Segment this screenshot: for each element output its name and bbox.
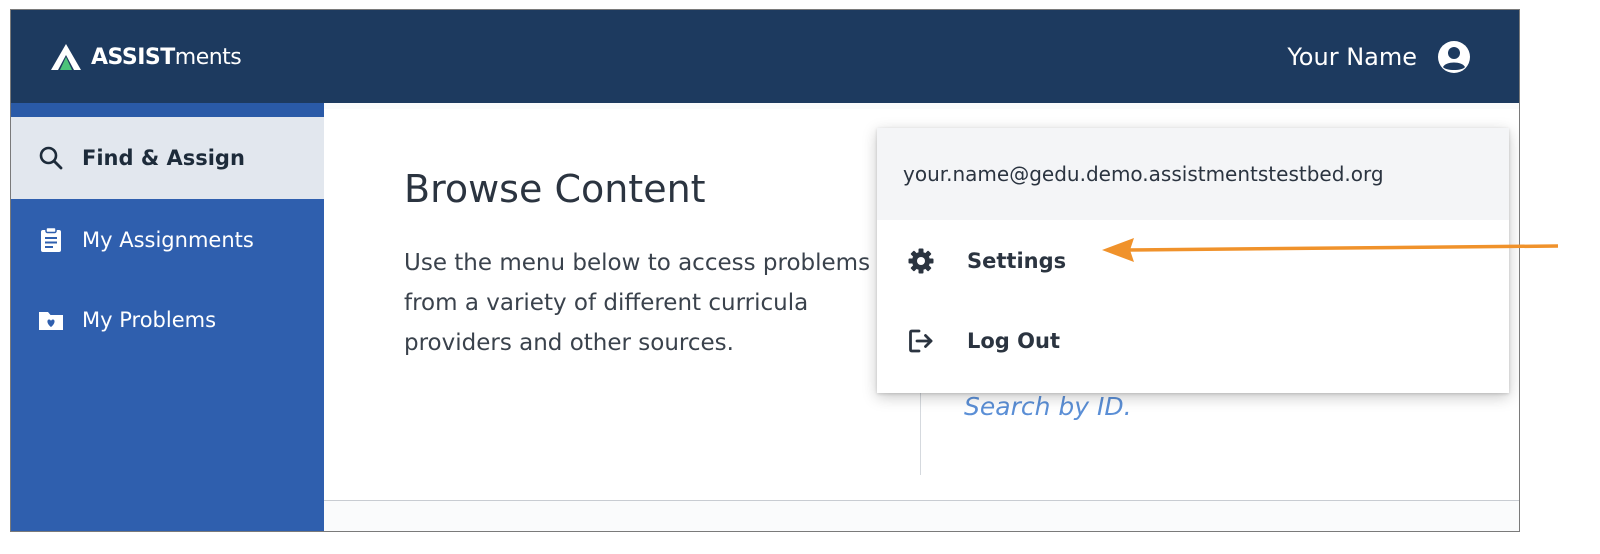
app-window: ASSISTments Your Name Find & Assign My A… [10,9,1520,532]
logout-icon [909,329,933,353]
settings-label: Settings [967,249,1067,273]
sidebar-item-my-problems[interactable]: My Problems [11,279,324,361]
sidebar-item-label: Find & Assign [82,146,245,170]
page-title: Browse Content [404,167,706,211]
browse-description: Use the menu below to access problems fr… [404,250,871,356]
sidebar: Find & Assign My Assignments My Problems [11,103,324,531]
search-by-id-link[interactable]: Search by ID. [964,392,1132,421]
logo-text: ASSISTments [91,44,242,70]
search-icon [39,146,63,170]
user-circle-icon [1438,41,1470,73]
folder-heart-icon [39,312,63,330]
sidebar-item-my-assignments[interactable]: My Assignments [11,199,324,281]
assistments-logo[interactable]: ASSISTments [49,41,242,73]
sidebar-item-label: My Assignments [82,228,254,252]
logout-label: Log Out [967,329,1060,353]
user-name: Your Name [1287,43,1417,71]
logout-menu-item[interactable]: Log Out [877,300,1509,382]
top-navbar: ASSISTments Your Name [11,10,1519,103]
user-email: your.name@gedu.demo.assistmentstestbed.o… [877,128,1509,220]
sidebar-item-label: My Problems [82,308,217,332]
clipboard-icon [41,227,61,252]
sidebar-item-find-assign[interactable]: Find & Assign [11,117,324,199]
annotation-arrow [1102,238,1559,262]
gear-icon [908,248,934,274]
user-menu-toggle[interactable]: Your Name [1287,38,1471,76]
sidebar-accent [11,103,324,117]
logo-mark-icon [51,44,81,70]
